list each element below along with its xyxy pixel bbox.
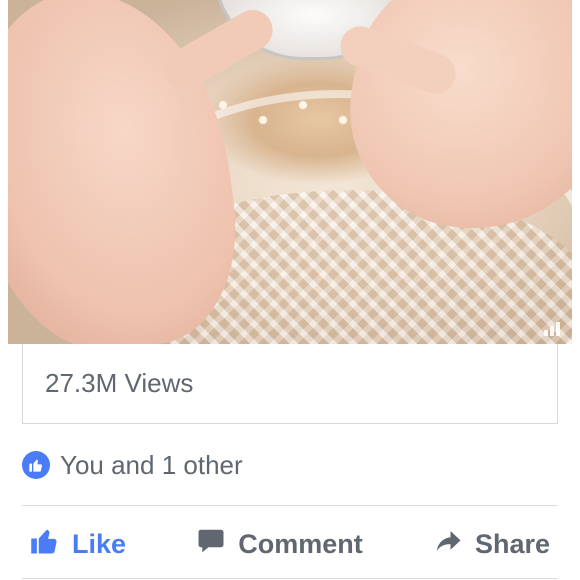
like-label: Like xyxy=(72,528,127,559)
action-bar: Like Comment Share xyxy=(22,518,558,570)
comment-button[interactable]: Comment xyxy=(196,526,363,563)
divider-bottom xyxy=(22,578,558,579)
thumbs-up-icon xyxy=(22,451,50,479)
video-player[interactable] xyxy=(8,0,572,344)
speech-bubble-icon xyxy=(196,526,226,563)
comment-label: Comment xyxy=(238,528,363,559)
thumbs-up-icon xyxy=(30,526,60,563)
post-container: 27.3M Views You and 1 other Like Comment… xyxy=(0,0,580,580)
divider-top xyxy=(22,505,558,506)
share-label: Share xyxy=(474,528,550,559)
reactions-summary[interactable]: You and 1 other xyxy=(22,448,243,482)
reactions-text: You and 1 other xyxy=(60,449,243,480)
view-count: 27.3M Views xyxy=(45,368,194,398)
bars-logo-icon xyxy=(544,322,564,336)
share-arrow-icon xyxy=(433,526,463,563)
share-button[interactable]: Share xyxy=(433,526,550,563)
like-button[interactable]: Like xyxy=(30,526,126,563)
views-box: 27.3M Views xyxy=(22,344,558,424)
